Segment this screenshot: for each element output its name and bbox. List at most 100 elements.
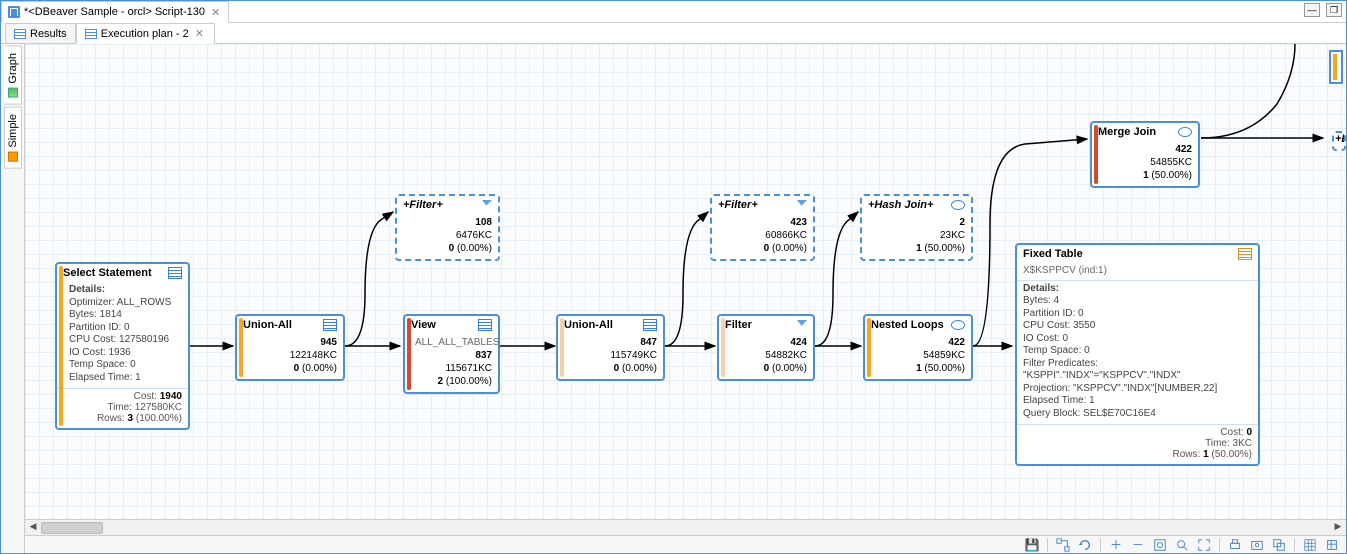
node-merge-join[interactable]: Merge Join 422 54855KC 1 (50.00%) <box>1090 121 1200 188</box>
close-icon[interactable]: ✕ <box>193 27 206 40</box>
sidebar-graph-tab[interactable]: Graph <box>4 46 22 105</box>
node-title: +Filter+ <box>718 199 758 211</box>
filter-icon <box>482 200 492 210</box>
pct-value: (0.00%) <box>772 363 807 374</box>
save-icon[interactable]: 💾 <box>1022 537 1042 553</box>
filter-icon <box>797 320 807 330</box>
node-view[interactable]: View ALL_ALL_TABLES 837 115671KC 2 (100.… <box>403 314 500 394</box>
refresh-nodes-icon[interactable] <box>1053 537 1073 553</box>
script-tab[interactable]: *<DBeaver Sample - orcl> Script-130 ✕ <box>1 1 229 23</box>
grid-icon[interactable] <box>1300 537 1320 553</box>
screenshot-icon[interactable] <box>1247 537 1267 553</box>
pct-value: (0.00%) <box>457 243 492 254</box>
scroll-thumb[interactable] <box>41 522 103 534</box>
script-icon <box>8 6 20 18</box>
node-title: Nested Loops <box>871 319 944 331</box>
sub-value: 2 <box>438 376 444 387</box>
script-tab-label: *<DBeaver Sample - orcl> Script-130 <box>24 6 205 18</box>
pct-value: (0.00%) <box>302 363 337 374</box>
table-icon <box>14 29 26 39</box>
maximize-button[interactable]: ❐ <box>1326 3 1342 17</box>
execution-plan-canvas[interactable]: Select Statement Details: Optimizer: ALL… <box>25 44 1346 519</box>
table-icon <box>643 319 657 331</box>
detail-line: Bytes: 4 <box>1023 295 1059 306</box>
details-label: Details: <box>1023 283 1059 294</box>
accent-bar <box>560 318 564 377</box>
filter-icon <box>797 200 807 210</box>
cutoff-label: +E <box>1335 133 1346 145</box>
graph-icon <box>8 88 18 98</box>
node-cutoff-right[interactable]: +E <box>1332 131 1346 151</box>
zoom-in-icon[interactable]: ＋ <box>1106 537 1126 553</box>
node-subtitle: ALL_ALL_TABLES <box>415 337 499 348</box>
node-union-all-2[interactable]: Union-All 847 115749KC 0 (0.00%) <box>556 314 665 381</box>
node-nested-loops[interactable]: Nested Loops 422 54859KC 1 (50.00%) <box>863 314 973 381</box>
settings-icon[interactable] <box>1322 537 1342 553</box>
tab-results[interactable]: Results <box>5 23 76 43</box>
pct-value: (50.00%) <box>924 363 965 374</box>
sub-value: 0 <box>614 363 620 374</box>
node-title: Filter <box>725 319 752 331</box>
layers-icon[interactable] <box>1269 537 1289 553</box>
pct-value: (100.00%) <box>446 376 492 387</box>
zoom-out-icon[interactable]: － <box>1128 537 1148 553</box>
time-value: Time: 127580KC <box>107 402 182 413</box>
editor-tab-bar: *<DBeaver Sample - orcl> Script-130 ✕ — … <box>1 1 1346 23</box>
detail-line: Elapsed Time: 1 <box>1023 395 1095 406</box>
accent-bar <box>1094 125 1098 184</box>
eye-icon <box>951 200 965 210</box>
expand-icon[interactable] <box>1194 537 1214 553</box>
detail-line: CPU Cost: 3550 <box>1023 320 1095 331</box>
detail-line: Partition ID: 0 <box>1023 308 1084 319</box>
panel-tab-bar: Results Execution plan - 2 ✕ <box>1 23 1346 44</box>
detail-line: Partition ID: 0 <box>69 322 130 333</box>
zoom-100-icon[interactable] <box>1172 537 1192 553</box>
rows-pct: (100.00%) <box>136 413 182 424</box>
node-title: +Hash Join+ <box>868 199 933 211</box>
rows-value: 1 <box>1203 449 1209 460</box>
table-icon <box>1238 248 1252 260</box>
refresh-icon[interactable] <box>1075 537 1095 553</box>
sub-value: 0 <box>294 363 300 374</box>
scroll-left-button[interactable]: ◀ <box>25 521 41 535</box>
sub-value: 0 <box>449 243 455 254</box>
close-icon[interactable]: ✕ <box>209 6 222 19</box>
sidebar-simple-tab[interactable]: Simple <box>4 107 22 169</box>
table-icon <box>168 267 182 279</box>
rows-value: 422 <box>948 337 965 348</box>
node-title: View <box>411 319 436 331</box>
node-fixed-table[interactable]: Fixed Table X$KSPPCV (ind:1) Details: By… <box>1015 243 1260 466</box>
rows-label: Rows: <box>1173 449 1201 460</box>
sub-value: 1 <box>916 243 922 254</box>
node-filter-collapsed-1[interactable]: +Filter+ 108 6476KC 0 (0.00%) <box>395 194 500 261</box>
cost-value: 1940 <box>160 391 182 402</box>
rows-value: 945 <box>320 337 337 348</box>
node-title: Fixed Table <box>1023 248 1083 260</box>
minimize-button[interactable]: — <box>1304 3 1320 17</box>
node-cutoff-top[interactable] <box>1329 50 1343 84</box>
detail-line: Elapsed Time: 1 <box>69 372 141 383</box>
zoom-fit-icon[interactable] <box>1150 537 1170 553</box>
plan-view-sidebar: Graph Simple <box>1 44 25 553</box>
scroll-track[interactable] <box>41 521 1330 535</box>
detail-line: Optimizer: ALL_ROWS <box>69 297 171 308</box>
tab-execution-plan[interactable]: Execution plan - 2 ✕ <box>76 23 215 44</box>
node-union-all-1[interactable]: Union-All 945 122148KC 0 (0.00%) <box>235 314 345 381</box>
rows-value: 424 <box>790 337 807 348</box>
detail-line: CPU Cost: 127580196 <box>69 334 169 345</box>
node-hash-join-collapsed[interactable]: +Hash Join+ 2 23KC 1 (50.00%) <box>860 194 973 261</box>
print-icon[interactable] <box>1225 537 1245 553</box>
rows-label: Rows: <box>97 413 125 424</box>
accent-bar <box>59 266 63 426</box>
scrollbar-horizontal[interactable]: ◀ ▶ <box>25 519 1346 535</box>
detail-line: Projection: "KSPPCV"."INDX"[NUMBER,22] <box>1023 383 1217 394</box>
rows-value: 422 <box>1175 144 1192 155</box>
node-filter-collapsed-2[interactable]: +Filter+ 423 60866KC 0 (0.00%) <box>710 194 815 261</box>
node-select-statement[interactable]: Select Statement Details: Optimizer: ALL… <box>55 262 190 430</box>
node-filter[interactable]: Filter 424 54882KC 0 (0.00%) <box>717 314 815 381</box>
cost-label: Cost: <box>1220 427 1243 438</box>
table-icon <box>478 319 492 331</box>
scroll-right-button[interactable]: ▶ <box>1330 521 1346 535</box>
tab-plan-label: Execution plan - 2 <box>101 28 189 40</box>
cost-value: 0 <box>1246 427 1252 438</box>
